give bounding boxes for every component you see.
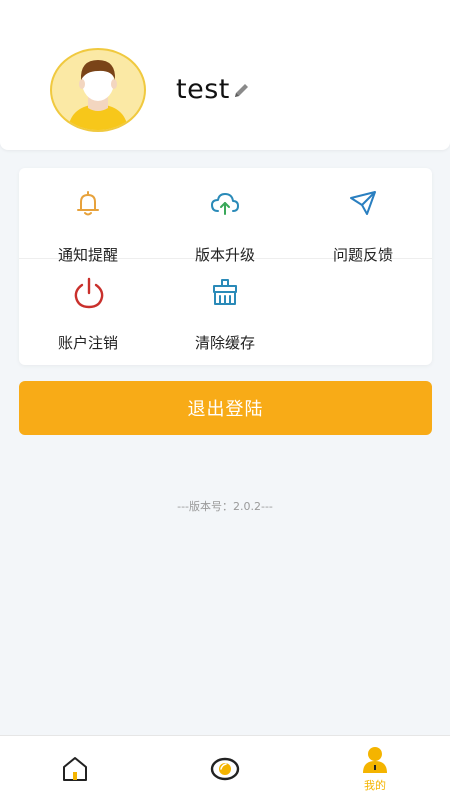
logout-button[interactable]: 退出登陆 <box>19 381 432 435</box>
settings-menu-card: 通知提醒 版本升级 问题反馈 账户注销 清除缓存 <box>19 168 432 365</box>
edit-pencil-icon[interactable] <box>232 80 252 100</box>
bottom-tab-bar: 我的 <box>0 735 450 800</box>
username: test <box>176 74 230 105</box>
menu-item-label: 问题反馈 <box>332 246 393 264</box>
menu-item-version-upgrade[interactable]: 版本升级 <box>165 188 285 268</box>
version-label: ---版本号：2.0.2--- <box>177 500 273 513</box>
tab-mine[interactable]: 我的 <box>300 736 450 800</box>
home-icon <box>63 757 87 781</box>
cloud-upload-icon <box>209 188 241 220</box>
menu-item-clear-cache[interactable]: 清除缓存 <box>165 276 285 356</box>
menu-item-feedback[interactable]: 问题反馈 <box>303 188 423 268</box>
bell-icon <box>72 188 104 220</box>
power-icon <box>72 276 104 309</box>
menu-item-label: 版本升级 <box>194 246 255 264</box>
menu-item-account-cancel[interactable]: 账户注销 <box>28 276 148 356</box>
menu-item-notifications[interactable]: 通知提醒 <box>28 188 148 268</box>
broom-icon <box>209 276 241 308</box>
profile-card: test <box>0 0 450 150</box>
tab-discover[interactable] <box>150 736 300 800</box>
menu-item-label: 通知提醒 <box>57 246 118 264</box>
user-icon <box>363 747 387 773</box>
menu-item-label: 清除缓存 <box>194 334 255 352</box>
avatar[interactable] <box>50 48 146 132</box>
tab-home[interactable] <box>0 736 150 800</box>
eye-icon <box>210 757 240 781</box>
tab-label: 我的 <box>364 779 386 792</box>
paper-plane-icon <box>347 188 379 220</box>
menu-item-label: 账户注销 <box>57 334 118 352</box>
